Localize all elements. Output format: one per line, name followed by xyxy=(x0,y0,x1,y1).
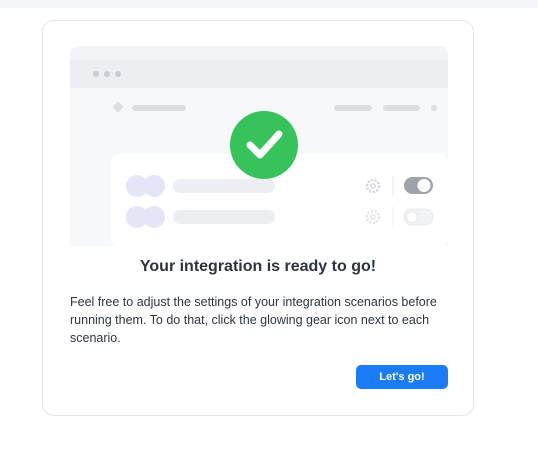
window-dot-3 xyxy=(115,71,121,77)
header-more-dot xyxy=(431,105,437,111)
scenario-2-avatar-b xyxy=(143,206,165,228)
integration-illustration xyxy=(70,46,448,246)
header-title-placeholder xyxy=(132,105,186,111)
scenario-1-name-placeholder xyxy=(173,179,275,193)
header-nav-placeholder-1 xyxy=(334,105,372,111)
toggle-switch-icon xyxy=(403,208,434,226)
header-nav-placeholder-2 xyxy=(383,105,420,111)
dialog-heading: Your integration is ready to go! xyxy=(139,258,377,275)
dialog-body-text: Feel free to adjust the settings of your… xyxy=(70,295,437,345)
window-dot-1 xyxy=(93,71,99,77)
scenario-1-avatar-b xyxy=(143,175,165,197)
scenario-2-name-placeholder xyxy=(173,210,275,224)
top-strip xyxy=(0,0,538,8)
lets-go-button[interactable]: Let's go! xyxy=(356,365,448,389)
window-dot-2 xyxy=(104,71,110,77)
check-circle-icon xyxy=(230,111,298,179)
illustration-titlebar xyxy=(70,60,448,88)
toggle-switch-icon xyxy=(404,177,433,194)
